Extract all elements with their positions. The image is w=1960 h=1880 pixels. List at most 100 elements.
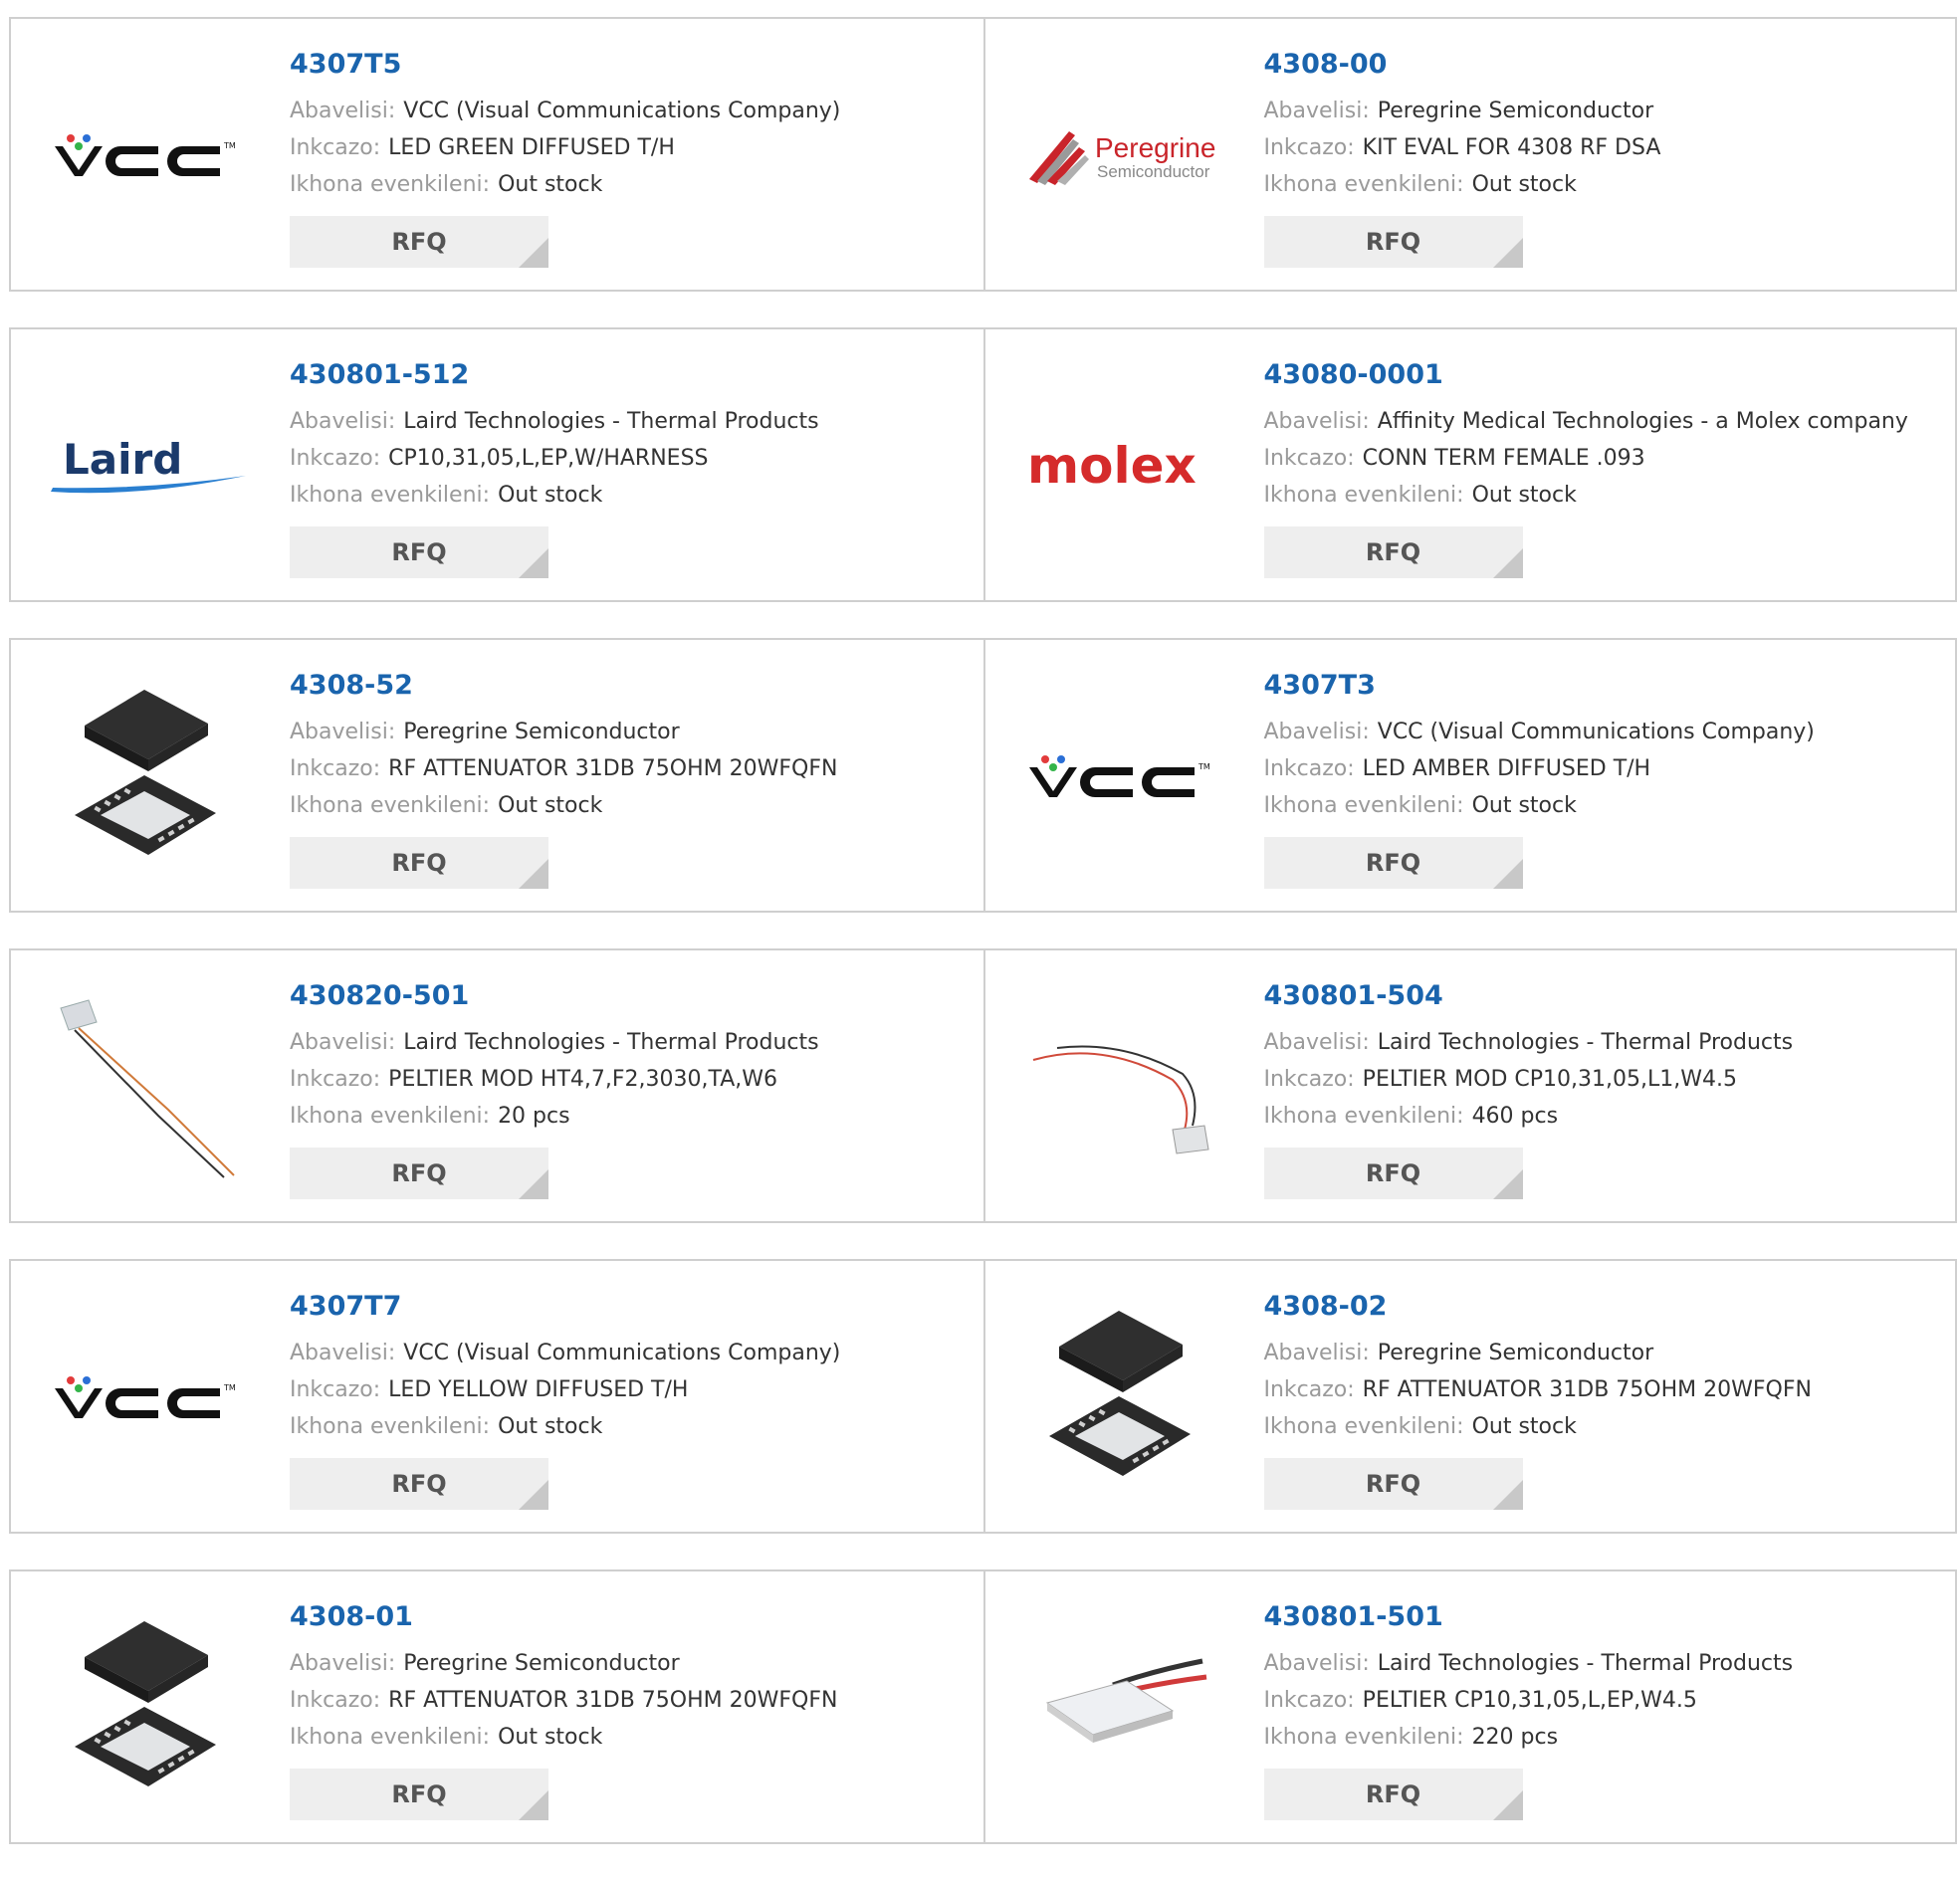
part-number-link[interactable]: 430801-512 (290, 357, 972, 393)
description-value: RF ATTENUATOR 31DB 75OHM 20WFQFN (388, 1688, 838, 1713)
description-label: Inkcazo: (1263, 135, 1355, 160)
rfq-button[interactable]: RFQ (290, 837, 548, 889)
product-image[interactable] (49, 680, 248, 875)
stock-label: Ikhona evenkileni: (290, 1104, 491, 1129)
description-value: PELTIER CP10,31,05,L,EP,W4.5 (1362, 1688, 1697, 1713)
stock-value: Out stock (498, 483, 603, 508)
rfq-button[interactable]: RFQ (290, 1769, 548, 1820)
stock-value: Out stock (1471, 483, 1577, 508)
stock-label: Ikhona evenkileni: (1263, 172, 1464, 197)
description-label: Inkcazo: (290, 1688, 381, 1713)
description-label: Inkcazo: (290, 1377, 381, 1402)
corner-triangle-icon (1492, 1790, 1523, 1820)
description-value: PELTIER MOD CP10,31,05,L1,W4.5 (1362, 1067, 1737, 1092)
description-line: Inkcazo: RF ATTENUATOR 31DB 75OHM 20WFQFN (1264, 1371, 1944, 1408)
supplier-line: Abavelisi: Laird Technologies - Thermal P… (1264, 1645, 1944, 1682)
product-image[interactable] (49, 1611, 248, 1806)
rfq-button[interactable]: RFQ (1263, 1148, 1523, 1199)
supplier-label: Abavelisi: (1263, 1030, 1370, 1055)
product-image[interactable]: molex (1023, 369, 1222, 564)
stock-label: Ikhona evenkileni: (290, 793, 491, 818)
description-value: LED YELLOW DIFFUSED T/H (388, 1377, 689, 1402)
rfq-label: RFQ (391, 538, 447, 566)
product-image[interactable] (1023, 1301, 1222, 1496)
product-image[interactable]: Laird (49, 369, 248, 564)
rfq-button[interactable]: RFQ (1263, 837, 1523, 889)
description-line: Inkcazo: LED GREEN DIFFUSED T/H (290, 129, 972, 166)
stock-label: Ikhona evenkileni: (1263, 1725, 1464, 1750)
product-card: 4308-01 Abavelisi: Peregrine Semiconductor… (11, 1571, 983, 1842)
supplier-value: Peregrine Semiconductor (403, 720, 680, 744)
rfq-button[interactable]: RFQ (1263, 1769, 1523, 1820)
rfq-button[interactable]: RFQ (1263, 216, 1523, 268)
rfq-button[interactable]: RFQ (290, 1458, 548, 1510)
qfn-chip-photo (49, 1611, 248, 1806)
product-row: 430820-501 Abavelisi: Laird Technologies -… (9, 948, 1957, 1223)
stock-label: Ikhona evenkileni: (1263, 483, 1464, 508)
rfq-button[interactable]: RFQ (290, 1148, 548, 1199)
rfq-label: RFQ (391, 228, 447, 256)
description-line: Inkcazo: LED AMBER DIFFUSED T/H (1264, 750, 1944, 787)
vcc-logo: TM (49, 126, 248, 186)
product-image[interactable]: TM (1023, 680, 1222, 875)
product-image[interactable]: TM (49, 1301, 248, 1496)
part-number-link[interactable]: 4308-01 (290, 1599, 972, 1635)
description-label: Inkcazo: (1263, 1377, 1355, 1402)
rfq-label: RFQ (1365, 1159, 1421, 1187)
stock-label: Ikhona evenkileni: (1263, 1104, 1464, 1129)
stock-line: Ikhona evenkileni: Out stock (290, 787, 972, 824)
supplier-value: VCC (Visual Communications Company) (403, 1341, 841, 1365)
part-number-link[interactable]: 4307T5 (290, 47, 972, 83)
part-number-link[interactable]: 430801-501 (1264, 1599, 1944, 1635)
product-info: 430820-501 Abavelisi: Laird Technologies -… (290, 978, 972, 1135)
stock-label: Ikhona evenkileni: (290, 483, 491, 508)
description-line: Inkcazo: CP10,31,05,L,EP,W/HARNESS (290, 440, 972, 477)
svg-text:Laird: Laird (63, 435, 182, 484)
rfq-button[interactable]: RFQ (290, 526, 548, 578)
rfq-button[interactable]: RFQ (1263, 526, 1523, 578)
supplier-value: VCC (Visual Communications Company) (403, 99, 841, 123)
peltier-module-photo (1023, 1611, 1222, 1806)
supplier-label: Abavelisi: (290, 1651, 396, 1676)
product-image[interactable] (1023, 990, 1222, 1185)
supplier-label: Abavelisi: (290, 1341, 396, 1365)
part-number-link[interactable]: 4308-02 (1264, 1289, 1944, 1325)
description-label: Inkcazo: (290, 135, 381, 160)
product-image[interactable] (49, 990, 248, 1185)
part-number-link[interactable]: 4308-52 (290, 668, 972, 704)
stock-value: 220 pcs (1471, 1725, 1559, 1750)
part-number-link[interactable]: 430801-504 (1264, 978, 1944, 1014)
product-info: 4307T3 Abavelisi: VCC (Visual Communicatio… (1264, 668, 1944, 824)
stock-line: Ikhona evenkileni: Out stock (290, 1719, 972, 1756)
part-number-link[interactable]: 4307T3 (1264, 668, 1944, 704)
peltier-curved-leads-photo (1023, 990, 1222, 1185)
part-number-link[interactable]: 4308-00 (1264, 47, 1944, 83)
product-image[interactable]: Peregrine Semiconductor (1023, 59, 1222, 254)
supplier-line: Abavelisi: VCC (Visual Communications Com… (290, 93, 972, 129)
product-card: TM 4307T7 Abavelisi: VCC (Visual Communica… (11, 1261, 983, 1532)
rfq-label: RFQ (1365, 849, 1421, 877)
rfq-button[interactable]: RFQ (290, 216, 548, 268)
rfq-button[interactable]: RFQ (1263, 1458, 1523, 1510)
stock-line: Ikhona evenkileni: Out stock (1264, 477, 1944, 514)
svg-text:molex: molex (1027, 437, 1197, 495)
part-number-link[interactable]: 4307T7 (290, 1289, 972, 1325)
supplier-value: Affinity Medical Technologies - a Molex … (1377, 409, 1908, 434)
product-image[interactable] (1023, 1611, 1222, 1806)
supplier-value: Laird Technologies - Thermal Products (403, 409, 819, 434)
description-line: Inkcazo: PELTIER MOD CP10,31,05,L1,W4.5 (1264, 1061, 1944, 1098)
svg-text:Semiconductor: Semiconductor (1097, 162, 1210, 181)
part-number-link[interactable]: 430820-501 (290, 978, 972, 1014)
product-grid: TM 4307T5 Abavelisi: VCC (Visual Communica… (9, 17, 1957, 1880)
product-image[interactable]: TM (49, 59, 248, 254)
stock-line: Ikhona evenkileni: Out stock (290, 477, 972, 514)
description-value: CP10,31,05,L,EP,W/HARNESS (388, 446, 709, 471)
stock-value: Out stock (1471, 172, 1577, 197)
stock-label: Ikhona evenkileni: (290, 1414, 491, 1439)
part-number-link[interactable]: 43080-0001 (1264, 357, 1944, 393)
description-value: RF ATTENUATOR 31DB 75OHM 20WFQFN (388, 756, 838, 781)
supplier-value: Peregrine Semiconductor (403, 1651, 680, 1676)
supplier-line: Abavelisi: Affinity Medical Technologies … (1264, 403, 1944, 440)
corner-triangle-icon (519, 1169, 548, 1199)
corner-triangle-icon (519, 238, 548, 268)
